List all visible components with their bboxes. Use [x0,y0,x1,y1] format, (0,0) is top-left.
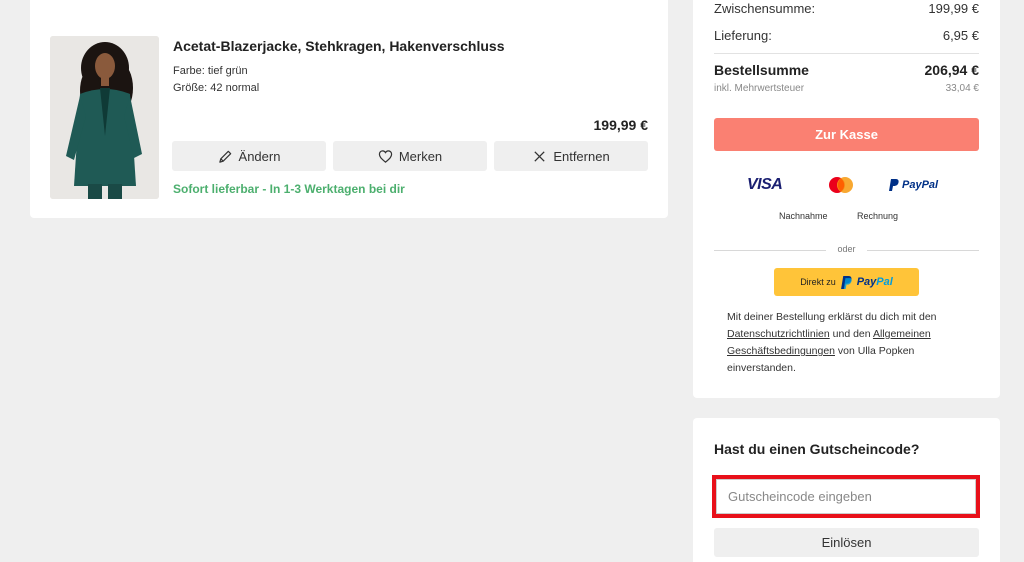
voucher-code-input[interactable] [716,479,976,514]
total-value: 206,94 € [924,62,980,78]
product-size: Größe: 42 normal [173,82,260,94]
divider [714,53,979,54]
tax-label: inkl. Mehrwertsteuer [714,83,805,94]
remove-button[interactable]: Entfernen [494,141,648,171]
voucher-title: Hast du einen Gutscheincode? [714,441,920,457]
paypal-logo-text: PayPal [902,179,939,191]
subtotal-label: Zwischensumme: [714,1,816,16]
or-divider: oder [714,244,979,256]
paypal-logo-icon: PayPal [889,175,938,195]
voucher-card: Hast du einen Gutscheincode? Einlösen [693,418,1000,562]
checkout-button[interactable]: Zur Kasse [714,118,979,151]
voucher-input-highlight [712,475,980,518]
remove-button-label: Entfernen [553,148,610,164]
shipping-label: Lieferung: [714,28,772,43]
product-title[interactable]: Acetat-Blazerjacke, Stehkragen, Hakenver… [173,38,505,54]
legal-notice: Mit deiner Bestellung erklärst du dich m… [727,309,967,377]
product-photo-icon [50,36,159,199]
subtotal-value: 199,99 € [928,1,979,16]
heart-icon [378,149,393,163]
shipping-value: 6,95 € [942,28,979,43]
product-color: Farbe: tief grün [173,65,248,77]
total-label: Bestellsumme [714,62,809,78]
pencil-icon [218,150,231,163]
paypal-brand: PayPal [857,276,893,288]
legal-text-1: Mit deiner Bestellung erklärst du dich m… [727,311,937,323]
order-summary-card: Zwischensumme: 199,99 € Lieferung: 6,95 … [693,0,1000,398]
or-line-right [867,250,979,251]
redeem-button[interactable]: Einlösen [714,528,979,557]
product-actions: Ändern Merken Entfernen [172,141,648,171]
visa-logo-icon: VISA [747,176,783,193]
tax-row: inkl. Mehrwertsteuer 33,04 € [714,83,979,94]
edit-button-label: Ändern [238,148,281,164]
payment-methods: VISA PayPal [714,175,979,195]
tax-value: 33,04 € [945,83,979,94]
product-price: 199,99 € [593,117,649,133]
mastercard-logo-icon [826,175,856,195]
paypal-icon [840,275,852,289]
cart-item-card: Acetat-Blazerjacke, Stehkragen, Hakenver… [30,0,668,218]
close-icon [534,150,545,162]
shipping-row: Lieferung: 6,95 € [714,28,979,43]
paypal-direct-label: Direkt zu [800,277,836,287]
legal-text-2: und den [829,328,873,340]
payment-cod: Nachnahme [779,211,828,221]
paypal-express-button[interactable]: Direkt zu PayPal [774,268,919,296]
wishlist-button-label: Merken [398,148,443,164]
delivery-status: Sofort lieferbar - In 1-3 Werktagen bei … [173,182,405,196]
payment-invoice: Rechnung [857,211,899,221]
edit-button[interactable]: Ändern [172,141,326,171]
paypal-brand-pay: Pay [856,276,877,288]
subtotal-row: Zwischensumme: 199,99 € [714,1,979,16]
product-image[interactable] [50,36,159,199]
total-row: Bestellsumme 206,94 € [714,62,979,78]
paypal-brand-pal: Pal [876,276,893,288]
or-label: oder [837,244,856,254]
wishlist-button[interactable]: Merken [333,141,487,171]
privacy-policy-link[interactable]: Datenschutzrichtlinien [727,328,830,340]
